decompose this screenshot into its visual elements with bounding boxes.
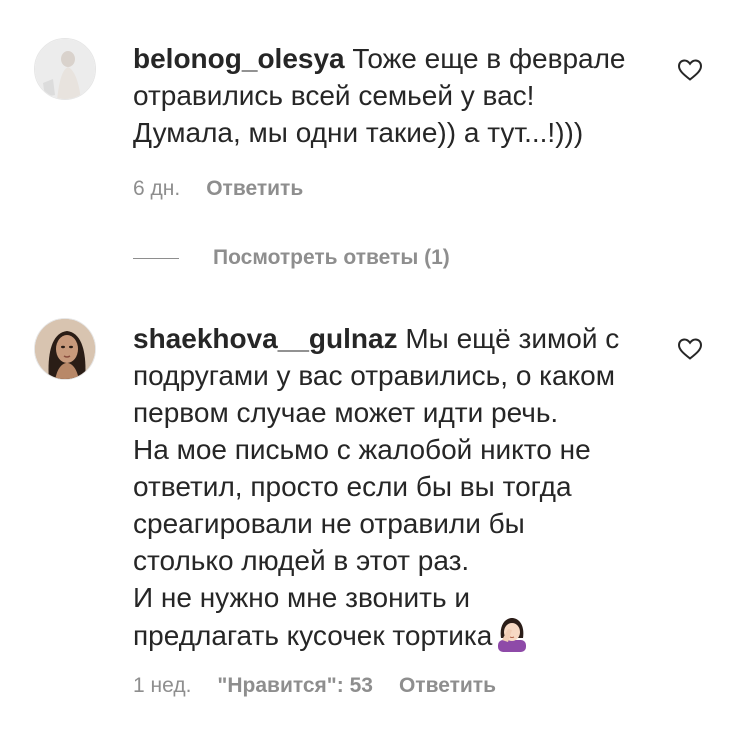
facepalm-woman-emoji: [494, 616, 530, 652]
view-replies-label: Посмотреть ответы (1): [213, 246, 450, 269]
avatar[interactable]: [34, 38, 96, 100]
divider-line: [133, 257, 179, 259]
like-button[interactable]: [677, 337, 703, 361]
comment-body: shaekhova__gulnaz Мы ещё зимой с подруга…: [133, 320, 653, 654]
like-button[interactable]: [677, 58, 703, 82]
reply-button[interactable]: Ответить: [399, 674, 496, 698]
comment-body: belonog_olesya Тоже еще в феврале отрави…: [133, 40, 653, 151]
username-link[interactable]: shaekhova__gulnaz: [133, 323, 398, 354]
comment-meta: 6 дн. Ответить: [133, 177, 303, 201]
comment-time: 6 дн.: [133, 177, 181, 200]
comment-time: 1 нед.: [133, 674, 192, 697]
avatar-image: [35, 319, 95, 379]
heart-outline-icon: [677, 338, 703, 360]
comment-text: Мы ещё зимой с подругами у вас отравилис…: [133, 323, 620, 651]
likes-count-button[interactable]: "Нравится": 53: [217, 674, 373, 698]
reply-button[interactable]: Ответить: [206, 177, 303, 201]
username-link[interactable]: belonog_olesya: [133, 43, 345, 74]
heart-outline-icon: [677, 59, 703, 81]
avatar[interactable]: [34, 318, 96, 380]
avatar-image: [35, 39, 95, 99]
comment-meta: 1 нед. "Нравится": 53 Ответить: [133, 674, 496, 698]
view-replies-button[interactable]: Посмотреть ответы (1): [133, 246, 450, 270]
